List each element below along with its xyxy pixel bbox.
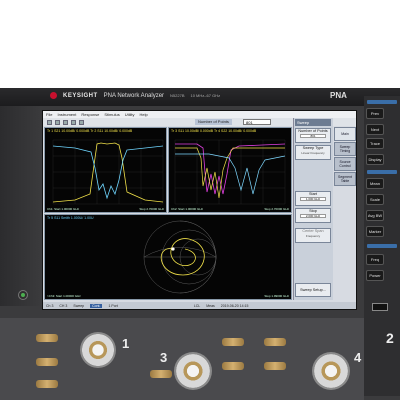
- hardkey-avg-bw[interactable]: Avg BW: [366, 210, 384, 221]
- plot-1-start: Ch1: Start 1.00000 GHz: [47, 207, 80, 211]
- toolbar-icon[interactable]: [79, 119, 84, 125]
- plot-window-3[interactable]: Tr 5 S11 Smith 1.000U/ 1.00U >Ch3: Start…: [44, 214, 292, 300]
- menu-utility[interactable]: Utility: [125, 112, 135, 117]
- keysight-logo-icon: [50, 92, 57, 99]
- tab-segment-table[interactable]: Segment Table: [334, 172, 356, 186]
- plot-3-stop: Stop 1.99000 GHz: [264, 294, 289, 298]
- menu-file[interactable]: File: [46, 112, 52, 117]
- status-bar: Ch 3 CH 3 Sweep Cont. 1 Port LCL Meas 20…: [43, 302, 356, 309]
- status-continuous: Cont.: [90, 303, 103, 308]
- status-datetime: 2019-06-20 14:15: [220, 303, 249, 308]
- softkey-stop[interactable]: Stop 2.000 GHz: [295, 208, 331, 223]
- softkey-sub: Frequency: [305, 234, 321, 238]
- hardkey-scale[interactable]: Scale: [366, 194, 384, 205]
- coax-jumper: [264, 362, 286, 370]
- points-label: Number of Points: [195, 119, 232, 125]
- status-lcl: LCL: [193, 303, 201, 308]
- coax-jumper: [264, 338, 286, 346]
- coax-jumper: [36, 334, 58, 342]
- menu-stimulus[interactable]: Stimulus: [104, 112, 119, 117]
- toolbar-icon[interactable]: [55, 119, 60, 125]
- tab-source-control[interactable]: Source Control: [334, 157, 356, 171]
- softkey-label: Start: [308, 192, 318, 196]
- softkey-label: Sweep Type: [302, 146, 324, 150]
- frequency-range: 10 MHz–67 GHz: [190, 93, 221, 98]
- brand-bar: KEYSIGHT PNA Network Analyzer N5227B 10 …: [50, 92, 220, 99]
- plot-window-2[interactable]: Tr 3 S11 10.00dB/ 0.000dB Tr 4 S22 10.00…: [168, 127, 292, 213]
- plot-2-canvas: [174, 139, 286, 205]
- pna-badge: PNA: [330, 91, 347, 100]
- test-port-1[interactable]: [80, 332, 116, 368]
- panel-stripe: [367, 170, 397, 174]
- tab-main[interactable]: Main: [334, 127, 356, 141]
- plot-2-start: Ch2: Start 1.00000 GHz: [171, 207, 204, 211]
- hardkey-prev[interactable]: Prev: [366, 108, 384, 119]
- coax-jumper: [222, 338, 244, 346]
- hardkey-power[interactable]: Power: [366, 270, 384, 281]
- softkey-label: Center Span: [302, 229, 324, 233]
- port-number-3: 3: [160, 350, 168, 365]
- hardkey-display[interactable]: Display: [366, 154, 384, 165]
- coax-jumper: [222, 362, 244, 370]
- product-name: PNA Network Analyzer: [103, 92, 165, 99]
- plot-1-stop: Stop 2.70000 GHz: [139, 207, 164, 211]
- toolbar-icon[interactable]: [47, 119, 52, 125]
- softkey-panel-title: Sweep: [295, 119, 331, 126]
- menu-instrument[interactable]: Instrument: [57, 112, 76, 117]
- status-sweep: Sweep: [73, 303, 85, 308]
- panel-stripe: [367, 244, 397, 248]
- test-port-3[interactable]: [174, 352, 212, 390]
- tab-sweep-timing[interactable]: Sweep Timing: [334, 142, 356, 156]
- power-button[interactable]: [18, 290, 28, 300]
- analyzer-screen: File Instrument Response Stimulus Utilit…: [42, 110, 357, 310]
- status-meas: Meas: [206, 303, 215, 308]
- panel-stripe: [367, 100, 397, 104]
- softkey-value: 1.000 GHz: [300, 197, 326, 201]
- softkey-label: Number of Points: [298, 129, 328, 133]
- softkey-value: 2.000 GHz: [300, 214, 326, 218]
- softkey-center-span[interactable]: Center Span Frequency: [295, 228, 331, 243]
- front-port-panel: 1 3 4: [0, 318, 364, 400]
- menu-response[interactable]: Response: [81, 112, 99, 117]
- hardkey-next[interactable]: Next: [366, 124, 384, 135]
- usb-port-icon: [372, 303, 388, 311]
- port-number-4: 4: [354, 350, 362, 365]
- coax-jumper: [36, 380, 58, 388]
- brand-name: KEYSIGHT: [63, 92, 98, 99]
- hardkey-panel: Prev Next Trace Display Mean Scale Avg B…: [364, 96, 400, 396]
- softkey-label: Stop: [309, 209, 317, 213]
- menu-bar: File Instrument Response Stimulus Utilit…: [43, 111, 356, 118]
- softkey-sub: Linear Frequency: [301, 151, 325, 155]
- plot-window-1[interactable]: Tr 1 S21 10.00dB/ 0.000dB Tr 2 S11 10.00…: [44, 127, 167, 213]
- softkey-start[interactable]: Start 1.000 GHz: [295, 191, 331, 206]
- plot-2-stop: Stop 2.70000 GHz: [264, 207, 289, 211]
- status-port: 1 Port: [108, 303, 118, 308]
- smith-chart-canvas: [143, 220, 217, 294]
- hardkey-trace[interactable]: Trace: [366, 138, 384, 149]
- status-channel: Ch 3: [46, 303, 54, 308]
- softkey-value: 801: [300, 134, 326, 138]
- hardkey-freq[interactable]: Freq: [366, 254, 384, 265]
- port-number-1: 1: [122, 336, 130, 351]
- model-number: N5227B: [170, 93, 185, 98]
- status-channel-active: CH 3: [59, 303, 68, 308]
- softkey-label: Sweep Setup...: [300, 288, 326, 292]
- toolbar-icon[interactable]: [71, 119, 76, 125]
- plot-1-canvas: [52, 139, 164, 205]
- menu-help[interactable]: Help: [140, 112, 148, 117]
- softkey-number-of-points[interactable]: Number of Points 801: [295, 128, 331, 143]
- port-number-2: 2: [386, 330, 394, 346]
- softkey-sweep-type[interactable]: Sweep Type Linear Frequency: [295, 145, 331, 160]
- hardkey-marker[interactable]: Marker: [366, 226, 384, 237]
- hardkey-mean[interactable]: Mean: [366, 178, 384, 189]
- plot-3-start: >Ch3: Start 1.00000 GHz: [47, 294, 81, 298]
- coax-jumper: [36, 358, 58, 366]
- toolbar-icon[interactable]: [63, 119, 68, 125]
- softkey-sweep-setup[interactable]: Sweep Setup...: [295, 283, 331, 297]
- coax-jumper: [150, 370, 172, 378]
- left-bezel: [0, 106, 40, 306]
- points-input[interactable]: 801: [243, 119, 271, 125]
- test-port-4[interactable]: [312, 352, 350, 390]
